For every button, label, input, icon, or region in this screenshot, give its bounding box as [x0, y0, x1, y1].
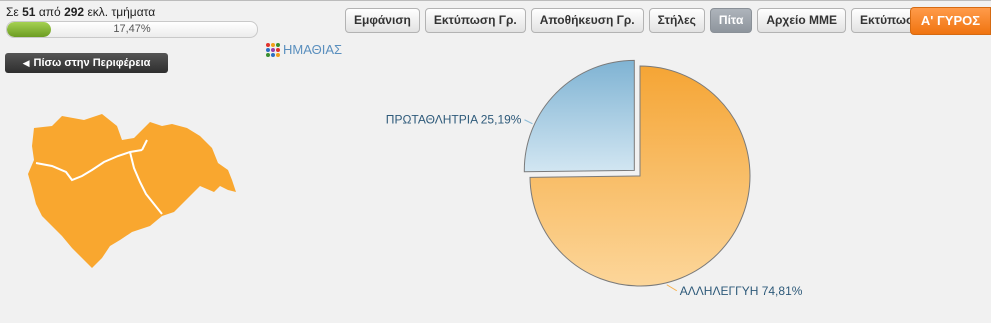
pie-label-1: ΠΡΩΤΑΘΛΗΤΡΙΑ 25,19%	[386, 113, 522, 127]
pie-slice-1[interactable]	[523, 59, 635, 173]
pie-chart: ΑΛΛΗΛΕΓΓΥΗ 74,81% ΠΡΩΤΑΘΛΗΤΡΙΑ 25,19%	[386, 59, 803, 298]
pie-connector-0	[666, 284, 678, 292]
pie-connector-1	[524, 119, 533, 125]
pie-label-0: ΑΛΛΗΛΕΓΓΥΗ 74,81%	[680, 284, 803, 298]
